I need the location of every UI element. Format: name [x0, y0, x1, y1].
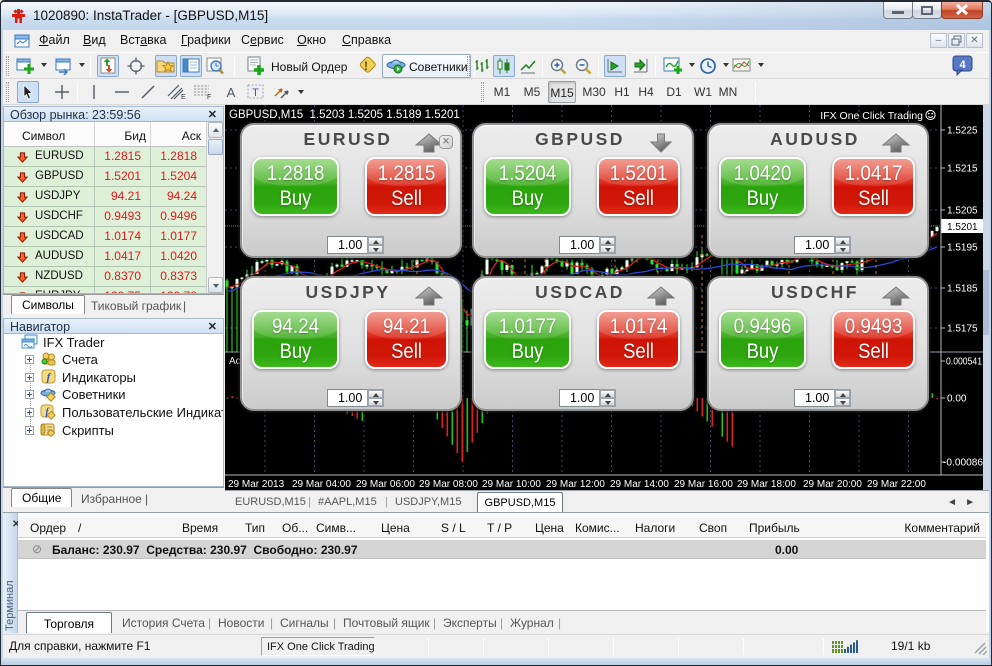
svg-text:1.5205: 1.5205	[947, 206, 978, 217]
svg-text:29 Mar 16:00: 29 Mar 16:00	[674, 479, 733, 490]
svg-text:29 Mar 20:00: 29 Mar 20:00	[803, 479, 862, 490]
svg-text:F: F	[207, 94, 211, 100]
svg-text:E: E	[181, 94, 186, 100]
svg-text:0.000541: 0.000541	[946, 357, 982, 368]
svg-text:29 Mar 04:00: 29 Mar 04:00	[292, 479, 351, 490]
svg-text:29 Mar 22:00: 29 Mar 22:00	[867, 479, 926, 490]
svg-text:29 Mar 06:00: 29 Mar 06:00	[356, 479, 415, 490]
svg-text:-0.00086: -0.00086	[943, 458, 983, 469]
svg-text:IFX One Click Trading: IFX One Click Trading	[820, 110, 923, 122]
svg-text:1.5215: 1.5215	[947, 164, 978, 175]
svg-text:1.5225: 1.5225	[947, 126, 978, 137]
svg-text:29 Mar 18:00: 29 Mar 18:00	[737, 479, 796, 490]
svg-text:29 Mar 2013: 29 Mar 2013	[228, 479, 285, 490]
svg-text:GBPUSD,M15 1.5203 1.5205 1.51: GBPUSD,M15 1.5203 1.5205 1.5189 1.5201	[229, 109, 460, 121]
svg-text:29 Mar 12:00: 29 Mar 12:00	[546, 479, 605, 490]
svg-text:29 Mar 08:00: 29 Mar 08:00	[419, 479, 478, 490]
svg-text:0.00: 0.00	[947, 394, 967, 405]
svg-text:1.5175: 1.5175	[947, 324, 978, 335]
svg-text:1.5185: 1.5185	[947, 284, 978, 295]
svg-text:!: !	[364, 59, 368, 73]
svg-text:4: 4	[959, 59, 966, 71]
svg-text:A: A	[227, 85, 236, 100]
svg-text:29 Mar 10:00: 29 Mar 10:00	[482, 479, 541, 490]
svg-text:1.5201: 1.5201	[947, 222, 978, 233]
svg-text:1.5195: 1.5195	[947, 243, 978, 254]
svg-text:29 Mar 14:00: 29 Mar 14:00	[610, 479, 669, 490]
svg-text:T: T	[252, 87, 259, 99]
